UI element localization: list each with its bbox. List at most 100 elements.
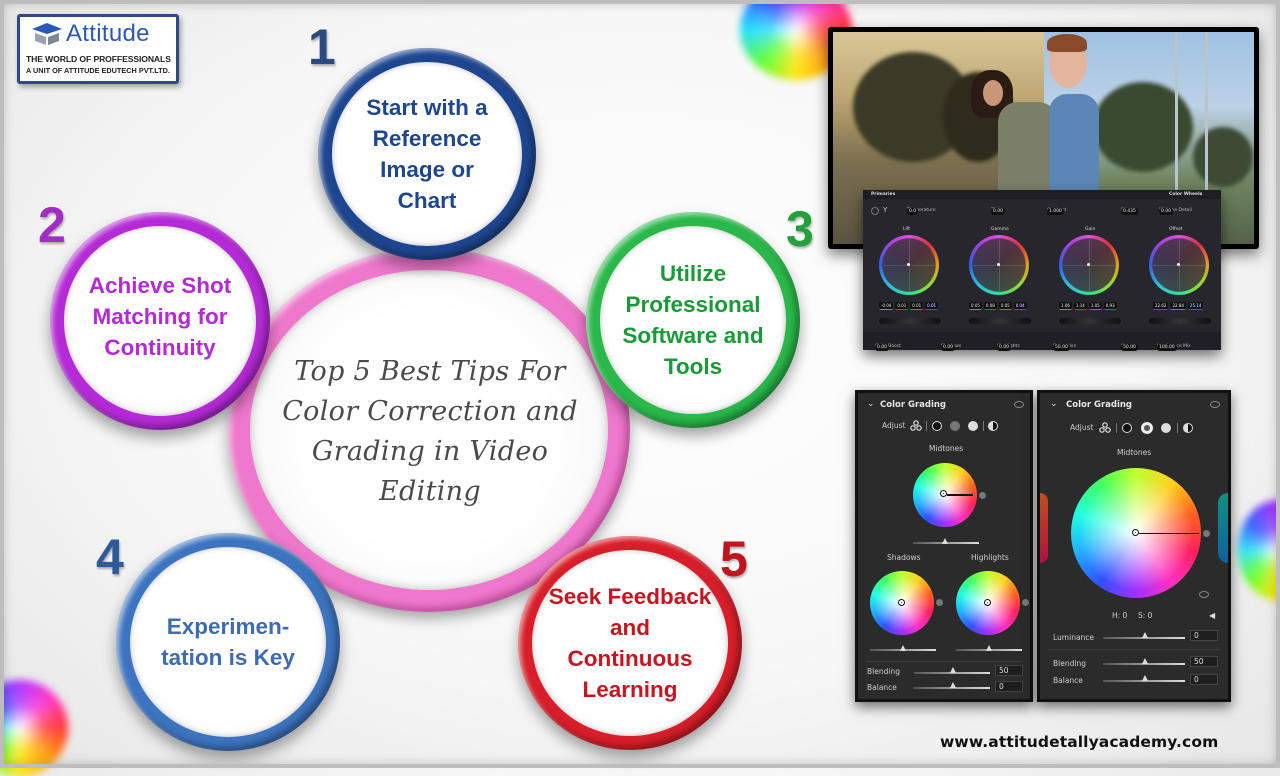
collapse-chevron-icon[interactable]: ⌄ (1050, 399, 1058, 409)
three-way-mode-icon[interactable] (910, 420, 922, 431)
wheel-label-gamma: Gamma (991, 227, 1009, 232)
visibility-eye-icon-2[interactable] (1199, 591, 1209, 598)
visibility-eye-icon[interactable] (1210, 401, 1220, 408)
gain-g[interactable]: 1.05 (1088, 302, 1102, 310)
website-url[interactable]: www.attitudetallyacademy.com (940, 733, 1218, 751)
shadows-value[interactable]: 0.00 (941, 344, 956, 351)
lift-g[interactable]: 0.01 (910, 302, 924, 310)
graduation-cap-icon (32, 23, 62, 45)
midtones-mode-button[interactable] (950, 421, 960, 431)
lift-y[interactable]: -0.04 (879, 302, 894, 310)
reset-icon[interactable] (871, 207, 879, 215)
offset-g[interactable]: 22.84 (1170, 302, 1186, 310)
luminance-label: Luminance (1053, 633, 1095, 642)
blending-value[interactable]: 50 (1190, 656, 1218, 667)
color-wheel-decoration-left (0, 680, 68, 776)
temperature-value[interactable]: 0.0 (907, 208, 919, 215)
lift-wheel[interactable] (879, 235, 939, 295)
chevron-down-icon: ⌄ (1199, 192, 1203, 197)
gain-wheel[interactable] (1059, 235, 1119, 295)
midtones-label: Midtones (1117, 448, 1152, 457)
visibility-eye-icon[interactable] (1014, 401, 1024, 408)
highlights-mode-button[interactable] (968, 421, 978, 431)
luminance-value[interactable]: 0 (1190, 630, 1218, 641)
offset-r[interactable]: 22.62 (1153, 302, 1169, 310)
blending-value[interactable]: 50 (995, 665, 1023, 676)
gamma-g[interactable]: 0.05 (998, 302, 1012, 310)
hue-value[interactable]: 50.00 (1121, 344, 1138, 351)
midtones-saturation-knob[interactable] (979, 492, 986, 499)
gamma-wheel[interactable] (969, 235, 1029, 295)
balance-value[interactable]: 0 (995, 681, 1023, 692)
offset-b[interactable]: 25.14 (1187, 302, 1204, 310)
shadows-mode-button[interactable] (1122, 423, 1132, 433)
gain-master-wheel[interactable] (1059, 318, 1121, 324)
tip-1-circle[interactable]: Start with a Reference Image or Chart (318, 48, 536, 260)
blending-label: Blending (867, 667, 900, 676)
wheel-label-gain: Gain (1085, 227, 1096, 232)
logo-name: Attitude (66, 20, 150, 47)
balance-value[interactable]: 0 (1190, 674, 1218, 685)
offset-master-wheel[interactable] (1149, 318, 1211, 324)
midtones-mode-button[interactable] (1141, 422, 1153, 434)
color-boost-value[interactable]: 0.00 (875, 344, 890, 351)
three-way-mode-icon[interactable] (1099, 422, 1111, 433)
global-mode-button[interactable] (1183, 423, 1193, 433)
lift-r[interactable]: 0.01 (895, 302, 909, 310)
picker-icon[interactable]: Y (883, 206, 887, 214)
panel-title: Color Grading (880, 400, 947, 410)
gain-r[interactable]: 1.14 (1073, 302, 1087, 310)
offset-values: 22.62 22.84 25.14 (1153, 302, 1204, 310)
tip-4-text: Experimen- tation is Key (161, 614, 295, 670)
balance-label: Balance (867, 683, 897, 692)
saturation-value[interactable]: 50.00 (1053, 344, 1070, 351)
global-mode-button[interactable] (988, 421, 998, 431)
shadows-color-wheel[interactable] (870, 571, 934, 635)
gamma-r[interactable]: 0.08 (983, 302, 997, 310)
luminance-mix-value[interactable]: 100.00 (1157, 344, 1177, 351)
color-wheels-dropdown[interactable]: Color Wheels (1169, 192, 1202, 197)
gamma-values: 0.05 0.08 0.05 0.04 (969, 302, 1027, 310)
gamma-master-wheel[interactable] (969, 318, 1031, 324)
color-grading-panel-3way: ⌄ Color Grading Adjust Midtones Shadows … (855, 390, 1033, 702)
highlights-label: Highlights (971, 553, 1009, 562)
contrast-value[interactable]: 1.000 (1047, 208, 1064, 215)
lift-values: -0.04 0.01 0.01 0.01 (879, 302, 939, 310)
tip-2-text: Achieve Shot Matching for Continuity (88, 272, 232, 360)
tip-3-circle[interactable]: Utilize Professional Software and Tools (586, 212, 800, 428)
offset-wheel[interactable] (1149, 235, 1209, 295)
tip-2-number: 2 (38, 197, 66, 253)
midtones-saturation-knob[interactable] (1203, 530, 1210, 537)
tip-2-circle[interactable]: Achieve Shot Matching for Continuity (50, 212, 270, 430)
midtone-detail-value[interactable]: 0.00 (1159, 208, 1174, 215)
collapse-triangle-icon[interactable]: ◀ (1209, 611, 1215, 620)
highlights-value[interactable]: 0.00 (997, 344, 1012, 351)
pivot-value[interactable]: 0.435 (1121, 208, 1138, 215)
attitude-logo[interactable]: Attitude THE WORLD OF PROFFESSIONALS A U… (17, 14, 179, 84)
color-grading-panel-midtones: ⌄ Color Grading Adjust Midtones H: 0 S: … (1037, 390, 1231, 702)
adjust-label: Adjust (1070, 423, 1094, 432)
tip-4-circle[interactable]: Experimen- tation is Key (116, 533, 340, 751)
gain-values: 1.06 1.14 1.05 0.93 (1059, 302, 1117, 310)
gain-b[interactable]: 0.93 (1103, 302, 1117, 310)
shadows-saturation-knob[interactable] (936, 599, 943, 606)
lift-master-wheel[interactable] (879, 318, 941, 324)
color-wheel-decoration-right (1238, 500, 1280, 600)
tip-1-text: Start with a Reference Image or Chart (366, 95, 488, 213)
panel-title: Color Grading (1066, 400, 1133, 410)
gamma-y[interactable]: 0.05 (969, 302, 982, 310)
gamma-b[interactable]: 0.04 (1013, 302, 1027, 310)
collapse-chevron-icon[interactable]: ⌄ (867, 399, 875, 409)
tip-5-circle[interactable]: Seek Feedback and Continuous Learning (518, 536, 742, 750)
midtones-color-wheel[interactable] (913, 463, 977, 527)
midtones-color-wheel-large[interactable] (1071, 468, 1201, 598)
lift-b[interactable]: 0.01 (925, 302, 939, 310)
gain-y[interactable]: 1.06 (1059, 302, 1072, 310)
highlights-color-wheel[interactable] (956, 571, 1020, 635)
shadows-mode-button[interactable] (932, 421, 942, 431)
highlights-saturation-knob[interactable] (1022, 599, 1029, 606)
tip-5-number: 5 (720, 531, 748, 587)
highlights-mode-button[interactable] (1161, 423, 1171, 433)
tint-value[interactable]: 0.00 (991, 208, 1006, 215)
tip-4-number: 4 (96, 529, 124, 585)
